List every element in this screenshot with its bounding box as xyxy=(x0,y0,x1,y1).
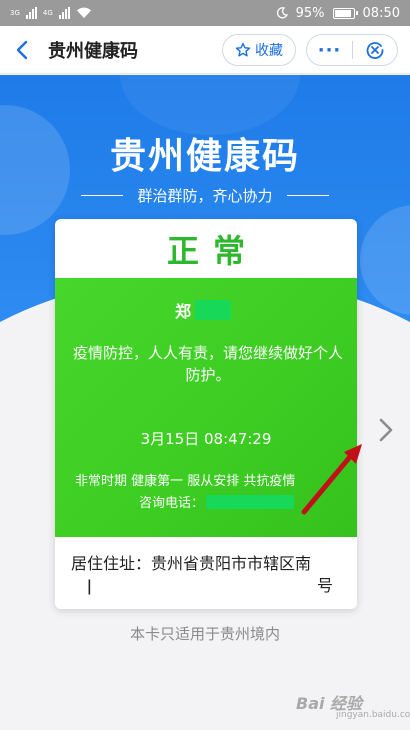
miniapp-capsule: ··· xyxy=(306,34,398,66)
battery-percent: 95% xyxy=(295,5,325,21)
residence-address: 居住住址：贵州省贵阳市市辖区南 ǀ 号 xyxy=(71,553,347,597)
nav-bar: 贵州健康码 收藏 ··· xyxy=(0,26,410,74)
usage-scope-note: 本卡只适用于贵州境内 xyxy=(129,625,280,643)
status-left: 3G 4G xyxy=(10,7,92,19)
signal-icon-2 xyxy=(58,7,70,19)
back-button[interactable] xyxy=(0,26,44,74)
slogan-text: 群治群防，齐心协力 xyxy=(137,187,273,205)
address-line-2-left: ǀ xyxy=(87,576,92,595)
health-status-label: 正常 xyxy=(166,231,259,270)
person-name: 郑 xyxy=(175,298,232,322)
address-line-1: 居住住址：贵州省贵阳市市辖区南 xyxy=(71,554,312,573)
moon-icon xyxy=(276,7,288,19)
person-surname: 郑 xyxy=(175,302,192,321)
chevron-right-icon xyxy=(379,418,393,442)
hotline-label: 咨询电话： xyxy=(139,496,205,511)
hero-title: 贵州健康码 xyxy=(109,136,300,177)
favorite-button[interactable]: 收藏 xyxy=(222,34,296,66)
signal-icon xyxy=(25,7,37,19)
close-circle-icon xyxy=(366,42,384,59)
phone-redaction xyxy=(206,494,295,509)
nav-title: 贵州健康码 xyxy=(48,40,138,62)
chevron-left-icon xyxy=(16,40,28,59)
status-bar: 3G 4G 95% 08:50 xyxy=(0,0,410,26)
annotation-arrow-icon xyxy=(301,444,362,515)
network-3g-label: 3G xyxy=(10,9,20,17)
baidu-jingyan-watermark: Bai 经验 jingyan.baidu.com xyxy=(296,690,410,720)
hotline: 咨询电话： xyxy=(139,492,295,511)
wifi-icon xyxy=(76,7,91,19)
slogan-line-left xyxy=(81,195,124,196)
next-card-button[interactable] xyxy=(372,410,400,450)
favorite-label: 收藏 xyxy=(255,43,283,59)
status-right: 95% 08:50 xyxy=(276,6,400,21)
prevention-notice: 疫情防控，人人有责，请您继续做好个人防护。 xyxy=(73,344,344,384)
address-line-2: ǀ 号 xyxy=(71,575,347,597)
name-redaction xyxy=(195,300,232,320)
slogan-line-right xyxy=(286,195,329,196)
decor-bubble xyxy=(360,205,410,315)
decor-bubble xyxy=(120,75,300,135)
close-miniapp-button[interactable] xyxy=(353,40,397,60)
clock: 08:50 xyxy=(362,5,400,21)
battery-icon xyxy=(332,7,358,19)
address-line-2-right: 号 xyxy=(316,576,333,595)
watermark-url: jingyan.baidu.com xyxy=(336,710,410,720)
slogan-row: 群治群防，齐心协力 xyxy=(0,185,410,206)
health-code-card: 正常 郑 疫情防控，人人有责，请您继续做好个人防护。 3月15日 08:47:2… xyxy=(55,219,357,609)
star-icon xyxy=(235,42,251,57)
more-button[interactable]: ··· xyxy=(307,40,352,61)
network-4g-label: 4G xyxy=(42,9,53,17)
